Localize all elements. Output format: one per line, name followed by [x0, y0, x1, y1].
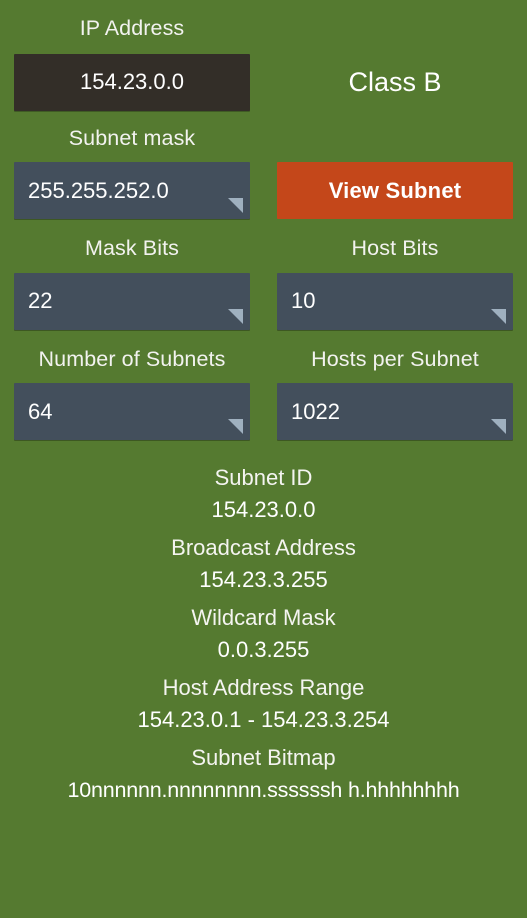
number-of-subnets-dropdown[interactable]: 64 [14, 383, 250, 440]
bits-field-row: 22 10 [0, 272, 527, 330]
view-subnet-cell: View Subnet [277, 162, 513, 219]
subnet-count-field-row: 64 1022 [0, 383, 527, 440]
class-indicator-cell: Class B [277, 54, 513, 111]
host-bits-label: Host Bits [351, 236, 439, 260]
mask-bits-field-cell: 22 [14, 272, 250, 330]
number-of-subnets-value: 64 [28, 398, 53, 424]
hosts-per-subnet-label: Hosts per Subnet [311, 346, 479, 371]
result-value: 0.0.3.255 [217, 637, 310, 662]
result-wildcard-mask: Wildcard Mask 0.0.3.255 [6, 602, 521, 666]
ip-address-label: IP Address [79, 16, 185, 40]
number-of-subnets-label-cell: Number of Subnets [14, 346, 250, 371]
subnet-count-label-row: Number of Subnets Hosts per Subnet [0, 346, 527, 371]
subnet-mask-value: 255.255.252.0 [28, 177, 169, 203]
dropdown-triangle-icon [228, 308, 243, 324]
ip-address-label-row: IP Address [0, 16, 527, 40]
result-title: Subnet ID [214, 465, 313, 490]
result-host-address-range: Host Address Range 154.23.0.1 - 154.23.3… [6, 672, 521, 736]
result-subnet-id: Subnet ID 154.23.0.0 [6, 462, 521, 526]
results-summary: Subnet ID 154.23.0.0 Broadcast Address 1… [0, 462, 527, 806]
host-bits-value: 10 [291, 288, 316, 313]
class-indicator: Class B [348, 66, 442, 97]
result-value: 154.23.0.0 [211, 497, 316, 522]
dropdown-triangle-icon [228, 198, 243, 213]
result-broadcast-address: Broadcast Address 154.23.3.255 [6, 532, 521, 596]
bits-label-row: Mask Bits Host Bits [0, 236, 527, 260]
spacer-cell [277, 18, 513, 40]
hosts-per-subnet-dropdown[interactable]: 1022 [277, 383, 513, 440]
dropdown-triangle-icon [228, 419, 243, 434]
ip-address-label-cell: IP Address [14, 16, 250, 40]
mask-bits-dropdown[interactable]: 22 [14, 272, 250, 330]
mask-bits-value: 22 [28, 288, 53, 313]
host-bits-dropdown[interactable]: 10 [277, 272, 513, 330]
subnet-mask-label: Subnet mask [68, 125, 196, 150]
result-title: Subnet Bitmap [191, 745, 336, 770]
result-title: Wildcard Mask [191, 605, 336, 630]
result-title: Host Address Range [162, 675, 365, 700]
dropdown-triangle-icon [491, 419, 506, 434]
view-subnet-button[interactable]: View Subnet [277, 162, 513, 219]
subnet-calculator-screen: IP Address 154.23.0.0 Class B Subnet mas… [0, 16, 527, 918]
ip-address-value: 154.23.0.0 [80, 69, 184, 94]
subnet-mask-label-cell: Subnet mask [14, 125, 250, 150]
hosts-per-subnet-field-cell: 1022 [277, 383, 513, 440]
number-of-subnets-label: Number of Subnets [38, 346, 226, 371]
hosts-per-subnet-label-cell: Hosts per Subnet [277, 346, 513, 371]
result-subnet-bitmap: Subnet Bitmap 10nnnnnn.nnnnnnnn.ssssssh … [6, 742, 521, 806]
ip-address-field-cell: 154.23.0.0 [14, 53, 250, 111]
result-value: 154.23.3.255 [199, 567, 328, 592]
host-bits-field-cell: 10 [277, 272, 513, 330]
subnet-mask-field-cell: 255.255.252.0 [14, 162, 250, 219]
subnet-mask-dropdown[interactable]: 255.255.252.0 [14, 162, 250, 219]
ip-address-input[interactable]: 154.23.0.0 [14, 53, 250, 111]
mask-bits-label: Mask Bits [84, 236, 180, 260]
spacer-cell [277, 128, 513, 150]
subnet-mask-row: 255.255.252.0 View Subnet [0, 162, 527, 219]
result-title: Broadcast Address [171, 535, 356, 560]
subnet-mask-label-row: Subnet mask [0, 125, 527, 150]
result-value: 10nnnnnn.nnnnnnnn.ssssssh h.hhhhhhhh [67, 778, 460, 802]
number-of-subnets-field-cell: 64 [14, 383, 250, 440]
host-bits-label-cell: Host Bits [277, 236, 513, 260]
result-value: 154.23.0.1 - 154.23.3.254 [137, 707, 390, 732]
mask-bits-label-cell: Mask Bits [14, 236, 250, 260]
hosts-per-subnet-value: 1022 [291, 398, 340, 424]
dropdown-triangle-icon [491, 308, 506, 324]
ip-address-row: 154.23.0.0 Class B [0, 53, 527, 111]
